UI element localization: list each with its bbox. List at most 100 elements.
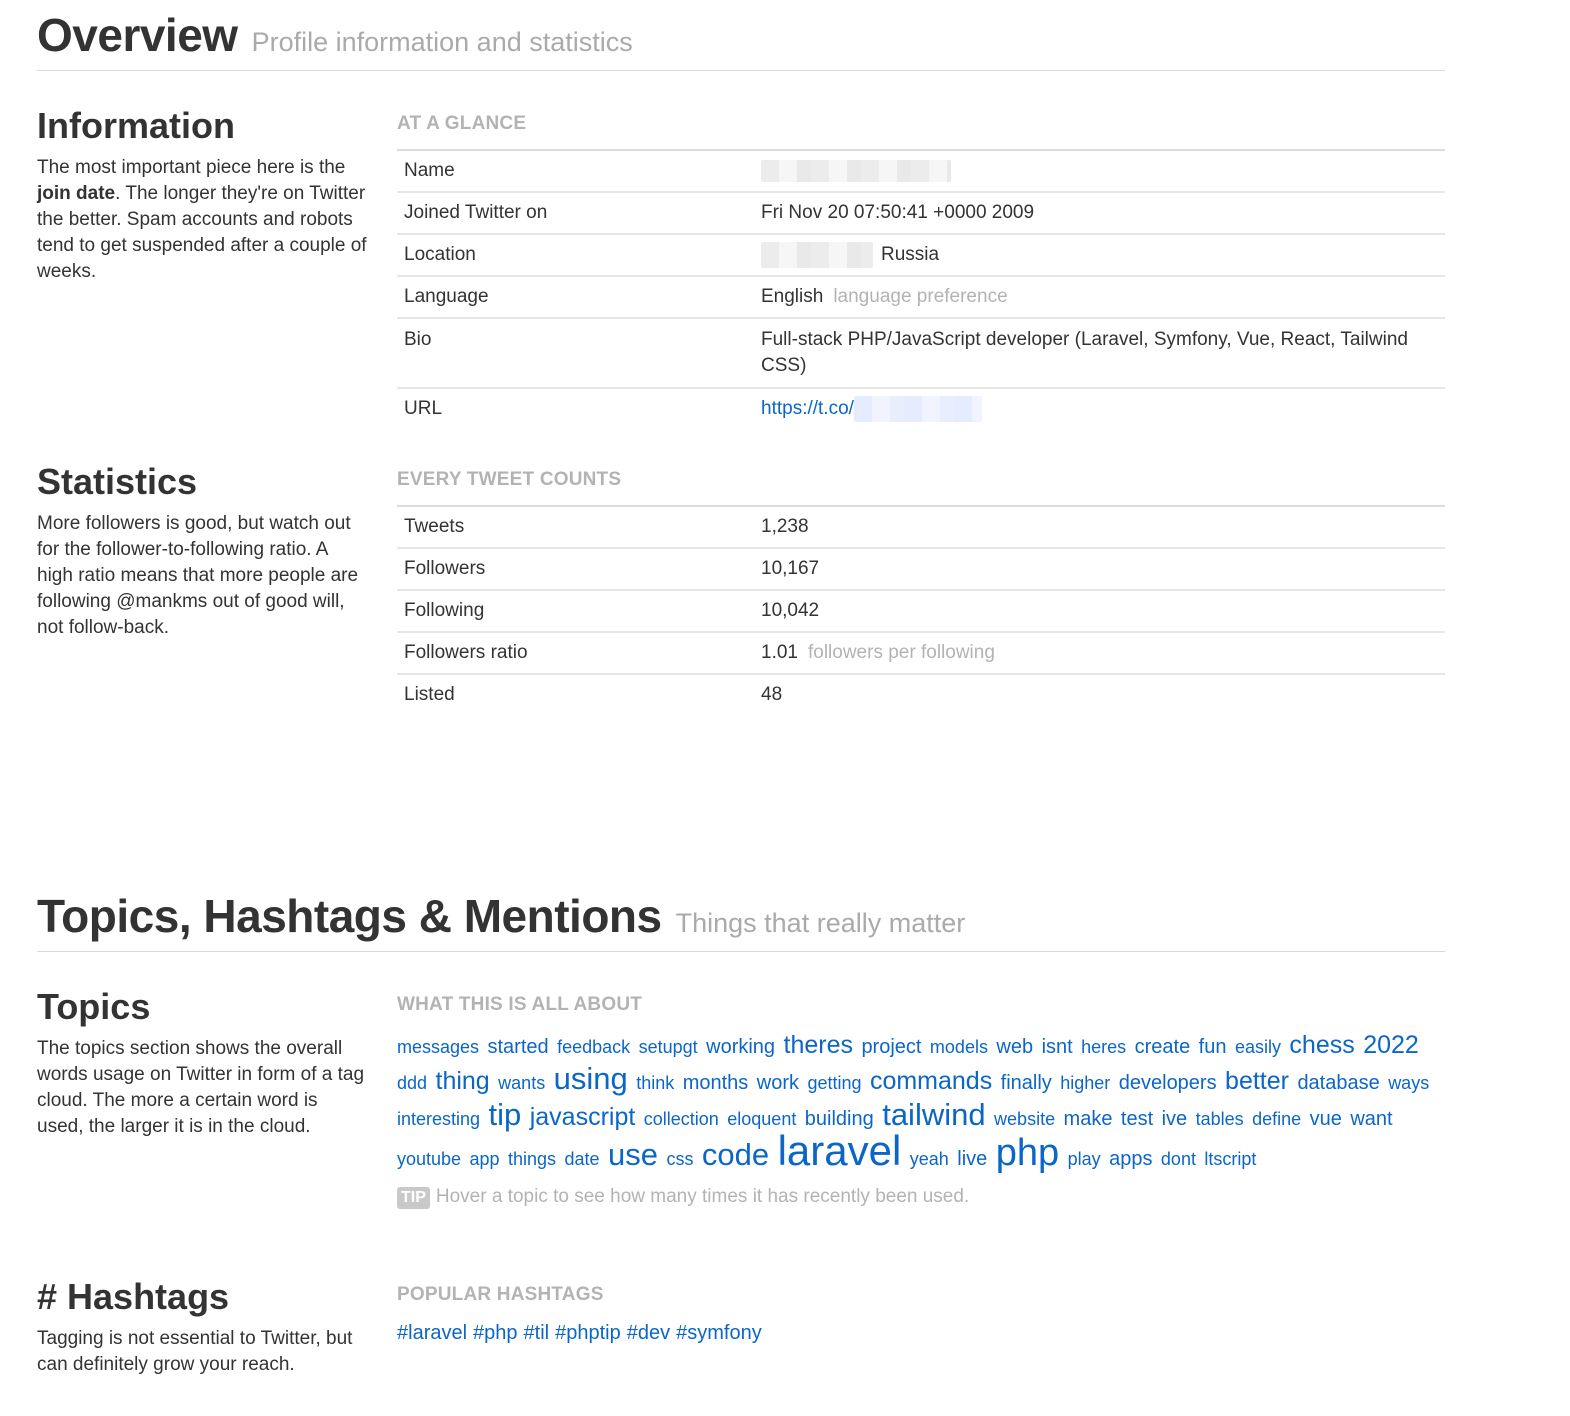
topic-word[interactable]: commands [870, 1067, 992, 1095]
topic-word[interactable]: higher [1060, 1073, 1110, 1093]
topics-tag-cloud: messages started feedback setupgt workin… [397, 1030, 1437, 1176]
topic-word[interactable]: apps [1109, 1148, 1152, 1170]
topic-word[interactable]: started [488, 1036, 549, 1058]
ratio-number: 1.01 [761, 642, 798, 663]
table-row: URL https://t.co/ [397, 387, 1445, 429]
topic-word[interactable]: fun [1199, 1036, 1227, 1058]
topic-word[interactable]: play [1068, 1149, 1101, 1169]
following-value: 10,042 [754, 589, 1445, 632]
hashtags-description: Tagging is not essential to Twitter, but… [37, 1328, 353, 1375]
followers-label: Followers [397, 547, 754, 590]
topics-heading: Topics [37, 986, 151, 1027]
table-row: Tweets 1,238 [397, 505, 1445, 548]
topic-word[interactable]: dont [1161, 1149, 1196, 1169]
location-label: Location [397, 233, 754, 276]
topic-word[interactable]: collection [644, 1109, 719, 1129]
topic-word[interactable]: website [994, 1109, 1055, 1129]
topic-word[interactable]: database [1297, 1072, 1379, 1094]
hashtag-link[interactable]: #dev [627, 1322, 670, 1344]
hashtag-link[interactable]: #symfony [676, 1322, 762, 1344]
hashtags-list: #laravel #php #til #phptip #dev #symfony [397, 1322, 1445, 1345]
topic-word[interactable]: javascript [530, 1103, 636, 1131]
topic-word[interactable]: models [930, 1037, 988, 1057]
topic-word[interactable]: use [608, 1137, 658, 1172]
topic-word[interactable]: eloquent [727, 1109, 796, 1129]
topic-word[interactable]: months [683, 1072, 749, 1094]
blurred-city [761, 241, 873, 268]
topic-word[interactable]: ddd [397, 1073, 427, 1093]
bio-value: Full-stack PHP/JavaScript developer (Lar… [754, 317, 1445, 388]
hashtag-link[interactable]: #laravel [397, 1322, 467, 1344]
topic-word[interactable]: isnt [1042, 1036, 1073, 1058]
topic-word[interactable]: easily [1235, 1037, 1281, 1057]
statistics-sidebar: Statistics More followers is good, but w… [37, 461, 367, 881]
ratio-value: 1.01 followers per following [754, 631, 1445, 674]
topic-word[interactable]: chess [1289, 1031, 1354, 1059]
topics-sidebar: Topics The topics section shows the over… [37, 986, 367, 1276]
topic-word[interactable]: php [996, 1132, 1059, 1174]
topic-word[interactable]: youtube [397, 1149, 461, 1169]
topic-word[interactable]: vue [1310, 1108, 1342, 1130]
topic-word[interactable]: things [508, 1149, 556, 1169]
topic-word[interactable]: css [666, 1149, 693, 1169]
topic-word[interactable]: tip [489, 1097, 522, 1132]
language-text: English [761, 286, 824, 307]
topic-word[interactable]: using [554, 1061, 628, 1096]
topic-word[interactable]: project [861, 1036, 921, 1058]
table-row: Followers ratio 1.01 followers per follow… [397, 631, 1445, 674]
topic-word[interactable]: want [1350, 1108, 1392, 1130]
topic-word[interactable]: theres [784, 1031, 853, 1059]
topic-word[interactable]: work [757, 1072, 799, 1094]
topic-word[interactable]: ltscript [1204, 1149, 1256, 1169]
join-date-emphasis: join date [37, 183, 116, 204]
topic-word[interactable]: tables [1196, 1109, 1244, 1129]
topic-word[interactable]: ways [1388, 1073, 1429, 1093]
overview-subtitle: Profile information and statistics [251, 27, 633, 57]
information-table: Name Joined Twitter on Fri Nov 20 07:50:… [397, 149, 1445, 429]
topic-word[interactable]: heres [1081, 1037, 1126, 1057]
topic-word[interactable]: web [996, 1036, 1033, 1058]
topic-word[interactable]: live [957, 1148, 987, 1170]
listed-value: 48 [754, 673, 1445, 715]
topic-word[interactable]: developers [1119, 1072, 1217, 1094]
topic-word[interactable]: yeah [910, 1149, 949, 1169]
hashtags-sidebar: # Hashtags Tagging is not essential to T… [37, 1276, 367, 1416]
table-row: Location Russia [397, 233, 1445, 276]
hashtag-link[interactable]: #til [524, 1322, 550, 1344]
topic-word[interactable]: messages [397, 1037, 479, 1057]
url-label: URL [397, 387, 754, 429]
topic-word[interactable]: laravel [778, 1127, 902, 1174]
topics-description: The topics section shows the overall wor… [37, 1038, 365, 1137]
every-tweet-counts-caption: EVERY TWEET COUNTS [397, 469, 622, 490]
hashtag-link[interactable]: #phptip [555, 1322, 621, 1344]
information-main: AT A GLANCE Name Joined Twitter on Fri N… [397, 113, 1445, 429]
topic-word[interactable]: app [470, 1149, 500, 1169]
topic-word[interactable]: getting [807, 1073, 861, 1093]
topic-word[interactable]: wants [498, 1073, 545, 1093]
topic-word[interactable]: create [1135, 1036, 1191, 1058]
topic-word[interactable]: code [702, 1137, 769, 1172]
language-label: Language [397, 275, 754, 318]
topic-word[interactable]: working [706, 1036, 775, 1058]
profile-url-link[interactable]: https://t.co/ [761, 398, 854, 419]
hashtag-link[interactable]: #php [473, 1322, 518, 1344]
topic-word[interactable]: make [1064, 1108, 1113, 1130]
topic-word[interactable]: feedback [557, 1037, 630, 1057]
location-value: Russia [754, 233, 1445, 276]
topic-word[interactable]: date [565, 1149, 600, 1169]
topic-word[interactable]: 2022 [1363, 1031, 1419, 1059]
topic-word[interactable]: ive [1162, 1108, 1188, 1130]
blurred-name [761, 159, 951, 182]
topic-word[interactable]: thing [436, 1067, 490, 1095]
topic-word[interactable]: setupgt [639, 1037, 698, 1057]
topic-word[interactable]: test [1121, 1108, 1153, 1130]
ratio-label: Followers ratio [397, 631, 754, 674]
statistics-table: Tweets 1,238 Followers 10,167 Following … [397, 505, 1445, 715]
topic-word[interactable]: interesting [397, 1109, 480, 1129]
topic-word[interactable]: better [1225, 1067, 1289, 1095]
topic-word[interactable]: finally [1001, 1072, 1052, 1094]
blurred-url [853, 395, 982, 422]
topic-word[interactable]: define [1252, 1109, 1301, 1129]
statistics-heading: Statistics [37, 461, 198, 502]
topic-word[interactable]: think [636, 1073, 674, 1093]
